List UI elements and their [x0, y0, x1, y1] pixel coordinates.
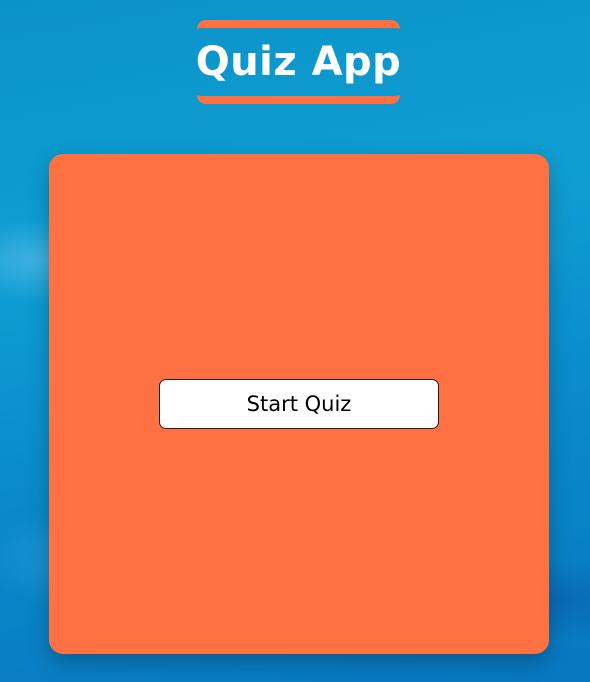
start-quiz-button[interactable]: Start Quiz [159, 379, 439, 429]
app-title-banner: Quiz App [195, 20, 402, 104]
quiz-card: Start Quiz [49, 154, 549, 654]
page-title: Quiz App [195, 39, 402, 85]
